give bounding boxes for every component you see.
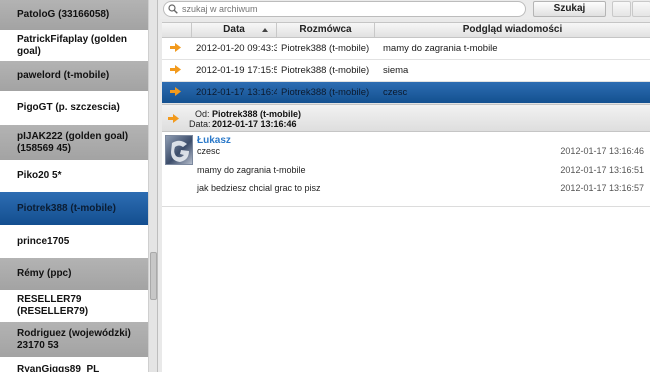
from-label: Od:	[195, 109, 210, 119]
column-header-from[interactable]: Rozmówca	[277, 23, 375, 37]
contact-label: PigoGT (p. szczescia)	[17, 102, 120, 113]
column-header-date[interactable]: Data	[192, 23, 277, 37]
contact-item[interactable]: prince1705	[0, 225, 148, 258]
arrow-right-icon	[170, 42, 181, 52]
column-header-icon	[162, 23, 192, 37]
sort-ascending-icon	[262, 28, 268, 32]
contact-label: Piotrek388 (t-mobile)	[17, 202, 116, 214]
arrow-right-icon	[170, 86, 181, 96]
table-row[interactable]: 2012-01-20 09:43:30 Piotrek388 (t-mobile)…	[162, 38, 650, 60]
table-row[interactable]: 2012-01-19 17:15:58 Piotrek388 (t-mobile)…	[162, 60, 650, 82]
conversation: Łukasz czesc 2012-01-17 13:16:46 mamy do z…	[162, 132, 650, 207]
contact-item[interactable]: PigoGT (p. szczescia)	[0, 91, 148, 125]
avatar-image	[171, 140, 189, 162]
next-page-button[interactable]	[632, 1, 650, 17]
column-header-date-label: Data	[223, 24, 245, 35]
contact-list: PatoloG (33166058) PatrickFifaplay (golde…	[0, 0, 148, 372]
contact-label: prince1705	[17, 235, 70, 247]
row-date: 2012-01-19 17:15:58	[196, 65, 277, 76]
arrow-right-icon	[170, 64, 181, 74]
search-box[interactable]	[163, 1, 526, 17]
contact-item[interactable]: PatrickFifaplay (golden goal)	[0, 30, 148, 61]
row-date: 2012-01-20 09:43:30	[196, 43, 277, 54]
search-icon	[168, 4, 178, 14]
contact-sidebar: PatoloG (33166058) PatrickFifaplay (golde…	[0, 0, 158, 372]
row-from: Piotrek388 (t-mobile)	[281, 43, 370, 54]
row-preview: czesc	[383, 87, 408, 98]
message-text: mamy do zagrania t-mobile	[197, 165, 306, 175]
contact-item[interactable]: pIJAK222 (golden goal) (158569 45)	[0, 125, 148, 160]
contact-label: PatrickFifaplay (golden goal)	[17, 33, 128, 57]
message-text: czesc	[197, 146, 221, 156]
table-header: Data Rozmówca Podgląd wiadomości	[162, 23, 650, 38]
from-value: Piotrek388 (t-mobile)	[212, 109, 302, 119]
contact-label: RyanGiggs89_PL	[17, 363, 100, 372]
search-button[interactable]: Szukaj	[533, 1, 606, 17]
contact-item[interactable]: Rémy (ppc)	[0, 258, 148, 290]
row-preview: mamy do zagrania t-mobile	[383, 43, 498, 54]
message-timestamp: 2012-01-17 13:16:46	[560, 146, 644, 156]
date-label: Data:	[189, 119, 211, 129]
row-preview: siema	[383, 65, 409, 76]
date-value: 2012-01-17 13:16:46	[212, 119, 297, 129]
message-timestamp: 2012-01-17 13:16:57	[560, 183, 644, 193]
row-arrow-cell	[162, 64, 192, 77]
contact-item[interactable]: pawelord (t-mobile)	[0, 61, 148, 91]
sender-name: Łukasz	[197, 135, 231, 146]
contact-label: pawelord (t-mobile)	[17, 70, 110, 81]
contact-item[interactable]: RESELLER79 (RESELLER79)	[0, 290, 148, 322]
archive-table: Data Rozmówca Podgląd wiadomości 2012-01…	[162, 22, 650, 104]
row-arrow-cell	[162, 86, 192, 99]
row-arrow-cell	[162, 42, 192, 55]
row-from: Piotrek388 (t-mobile)	[281, 65, 370, 76]
contact-item[interactable]: PatoloG (33166058)	[0, 0, 148, 30]
table-body: 2012-01-20 09:43:30 Piotrek388 (t-mobile)…	[162, 38, 650, 104]
contact-label: Rémy (ppc)	[17, 268, 72, 279]
detail-header: Od: Piotrek388 (t-mobile) Data: 2012-01-…	[162, 105, 650, 132]
contact-label: pIJAK222 (golden goal) (158569 45)	[17, 130, 129, 154]
row-from: Piotrek388 (t-mobile)	[281, 87, 370, 98]
table-row[interactable]: 2012-01-17 13:16:46 Piotrek388 (t-mobile)…	[162, 82, 650, 104]
contact-item[interactable]: RyanGiggs89_PL	[0, 357, 148, 372]
contact-label: Piko20 5*	[17, 170, 62, 181]
contact-item[interactable]: Piko20 5*	[0, 160, 148, 192]
contact-label: PatoloG (33166058)	[17, 9, 110, 20]
arrow-right-icon	[168, 114, 179, 123]
scrollbar-thumb[interactable]	[150, 252, 157, 300]
row-date: 2012-01-17 13:16:46	[196, 87, 277, 98]
search-input[interactable]	[182, 4, 502, 14]
search-toolbar: Szukaj	[160, 0, 650, 19]
message-text: jak bedziesz chcial grac to pisz	[197, 183, 321, 193]
sidebar-scrollbar[interactable]	[148, 0, 157, 372]
column-header-preview[interactable]: Podgląd wiadomości	[375, 23, 650, 37]
contact-label: Rodriguez (wojewódzki) 23170 53	[17, 327, 131, 351]
message-detail: Od: Piotrek388 (t-mobile) Data: 2012-01-…	[162, 104, 650, 372]
prev-page-button[interactable]	[612, 1, 631, 17]
contact-item[interactable]: Piotrek388 (t-mobile)	[0, 192, 148, 225]
message-timestamp: 2012-01-17 13:16:51	[560, 165, 644, 175]
contact-item[interactable]: Rodriguez (wojewódzki) 23170 53	[0, 322, 148, 357]
avatar	[165, 135, 193, 165]
contact-label: RESELLER79 (RESELLER79)	[17, 294, 89, 317]
